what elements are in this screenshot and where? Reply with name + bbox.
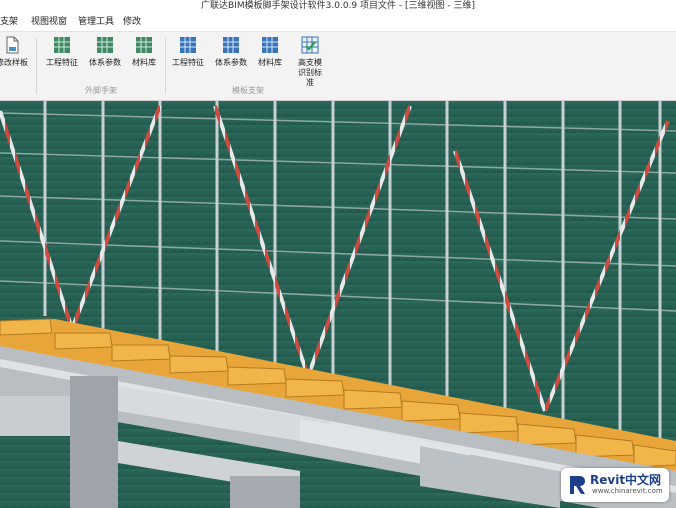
watermark-url: www.chinarevit.com	[592, 487, 663, 495]
ribbon-separator	[36, 38, 37, 94]
formwork-project-features-button[interactable]: 工程特征	[168, 35, 208, 75]
scaffold-material-lib-button[interactable]: 材料库	[124, 35, 164, 75]
scaffold-project-features-label: 工程特征	[46, 58, 78, 67]
menu-item-support[interactable]: 支架	[0, 16, 18, 28]
menu-item-view[interactable]: 视图视窗	[31, 16, 67, 28]
material-grid-icon	[262, 37, 278, 53]
window-title: 广联达BIM模板脚手架设计软件3.0.0.9 项目文件 - [三维视图 - 三维…	[201, 1, 475, 11]
formwork-system-params-label: 体系参数	[215, 58, 247, 67]
formwork-project-features-label: 工程特征	[172, 58, 204, 67]
menu-item-modify[interactable]: 修改	[123, 16, 141, 28]
document-icon	[6, 36, 19, 54]
material-grid-icon	[136, 37, 152, 53]
scaffold-project-features-button[interactable]: 工程特征	[42, 35, 82, 75]
scaffold-material-lib-label: 材料库	[132, 58, 156, 67]
group-label-formwork-support: 模板支架	[232, 86, 264, 95]
scaffold-system-params-button[interactable]: 体系参数	[85, 35, 125, 75]
check-grid-icon	[301, 36, 319, 54]
3d-viewport[interactable]	[0, 101, 676, 508]
modify-template-button[interactable]: 修改样板	[0, 35, 32, 75]
group-label-external-scaffold: 外脚手架	[85, 86, 117, 95]
menu-bar: 支架 视图视窗 管理工具 修改	[0, 14, 676, 32]
ribbon-separator	[165, 38, 166, 94]
parameter-grid-icon	[223, 37, 239, 53]
modify-template-label: 修改样板	[0, 58, 28, 67]
high-formwork-criteria-label: 高支模识别标准	[298, 58, 322, 87]
menu-item-manage-tools[interactable]: 管理工具	[78, 16, 114, 28]
ribbon: 修改样板 工程特征 体系参数 材料库 外脚手架 工程特征 体系参数	[0, 32, 676, 101]
project-grid-icon	[54, 37, 70, 53]
formwork-material-lib-button[interactable]: 材料库	[250, 35, 290, 75]
formwork-material-lib-label: 材料库	[258, 58, 282, 67]
watermark-badge: Revit中文网 www.chinarevit.com	[561, 468, 669, 502]
scaffold-system-params-label: 体系参数	[89, 58, 121, 67]
formwork-system-params-button[interactable]: 体系参数	[211, 35, 251, 75]
parameter-grid-icon	[97, 37, 113, 53]
revit-logo-icon	[570, 476, 585, 494]
project-grid-icon	[180, 37, 196, 53]
high-formwork-criteria-button[interactable]: 高支模识别标准	[288, 35, 332, 87]
title-bar: 广联达BIM模板脚手架设计软件3.0.0.9 项目文件 - [三维视图 - 三维…	[0, 0, 676, 14]
scaffold-3d-scene	[0, 101, 676, 508]
watermark-name: Revit中文网	[590, 473, 662, 487]
